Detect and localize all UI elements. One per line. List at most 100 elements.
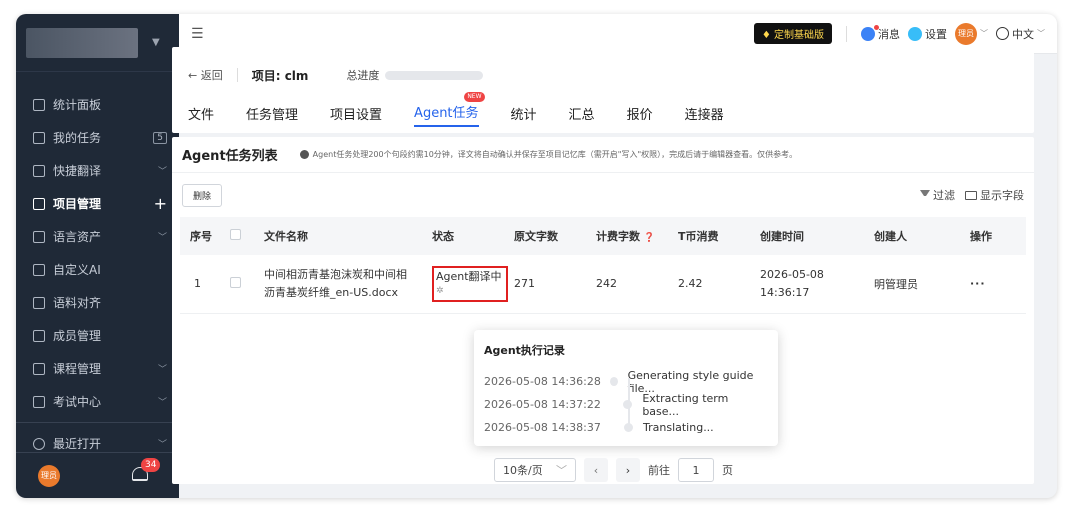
row-checkbox[interactable] (230, 276, 241, 288)
sidebar-item-2[interactable]: 快捷翻译 ﹀ (16, 154, 179, 187)
log-message: Translating... (643, 421, 714, 434)
clock-icon (33, 437, 45, 450)
tab-label: 文件 (188, 108, 215, 123)
sidebar-item-9[interactable]: 考试中心 ﹀ (16, 385, 179, 418)
org-logo (26, 27, 138, 58)
filter-button[interactable]: 过滤 (920, 187, 955, 203)
log-entry: 2026-05-08 14:38:37 Translating... (484, 416, 768, 439)
project-header: ← 返回 项目: clm 总进度 文件 任务管理 项目设置 Agent任务 NEW 统计 汇… (172, 47, 1034, 133)
translate-icon (33, 164, 45, 177)
avatar[interactable]: 理员 (38, 464, 60, 487)
columns-icon (965, 190, 977, 200)
col-t-coins: T币消费 (678, 230, 719, 243)
language-switcher[interactable]: 中文 ﹀ (996, 26, 1045, 42)
settings-link[interactable]: 设置 (908, 26, 947, 42)
sidebar-item-8[interactable]: 课程管理 ﹀ (16, 352, 179, 385)
sidebar-item-label: 考试中心 (53, 395, 102, 409)
new-badge: NEW (464, 92, 485, 102)
sidebar-item-label: 快捷翻译 (53, 164, 102, 178)
tab-0[interactable]: 文件 (188, 104, 214, 127)
sidebar-item-1[interactable]: 我的任务 5 (16, 121, 179, 154)
log-time: 2026-05-08 14:38:37 (484, 421, 601, 434)
info-icon (299, 150, 309, 159)
prev-page-button[interactable]: ‹ (584, 458, 608, 482)
sidebar-item-7[interactable]: 成员管理 (16, 319, 179, 352)
sidebar: ▼ 统计面板我的任务 5 快捷翻译 ﹀ 项目管理 + 语言资产 ﹀ 自定义AI 语料对齐成员管理课… (16, 14, 179, 498)
col-index: 序号 (190, 230, 212, 243)
log-time: 2026-05-08 14:37:22 (484, 398, 601, 411)
user-menu[interactable]: 理员 ﹀ (955, 22, 988, 45)
progress-label: 总进度 (346, 69, 380, 82)
chevron-down-icon: ﹀ (556, 464, 567, 477)
table-row: 1 中间相沥青基泡沫炭和中间相 沥青基炭纤维_en-US.docx Agent翻… (180, 255, 1026, 314)
tab-7[interactable]: 连接器 (685, 104, 724, 127)
sidebar-item-4[interactable]: 语言资产 ﹀ (16, 220, 179, 253)
row-status[interactable]: Agent翻译中 ✲ (432, 255, 514, 314)
settings-label: 设置 (925, 27, 947, 41)
message-icon (861, 24, 879, 41)
col-action: 操作 (970, 230, 992, 243)
timeline-dot (609, 377, 618, 386)
task-icon (33, 131, 45, 144)
sidebar-item-label: 我的任务 (53, 131, 102, 145)
col-source-words: 原文字数 (514, 230, 558, 243)
tab-6[interactable]: 报价 (627, 104, 653, 127)
delete-button[interactable]: 删除 (182, 183, 223, 207)
row-file-name[interactable]: 中间相沥青基泡沫炭和中间相 沥青基炭纤维_en-US.docx (264, 255, 432, 314)
log-message: Extracting term base... (642, 391, 729, 418)
select-all-checkbox[interactable] (230, 229, 241, 240)
project-icon (33, 197, 45, 210)
gear-icon (908, 26, 922, 41)
sidebar-nav: 统计面板我的任务 5 快捷翻译 ﹀ 项目管理 + 语言资产 ﹀ 自定义AI 语料对齐成员管理课程管… (16, 72, 179, 418)
sidebar-item-label: 统计面板 (53, 98, 102, 112)
tab-label: 任务管理 (246, 108, 299, 123)
back-button[interactable]: ← 返回 (188, 67, 223, 83)
next-page-button[interactable]: › (616, 458, 640, 482)
sidebar-item-0[interactable]: 统计面板 (16, 88, 179, 121)
messages-label: 消息 (878, 27, 900, 41)
tab-4[interactable]: 统计 (511, 104, 537, 127)
page-unit-label: 页 (722, 464, 733, 477)
log-entry: 2026-05-08 14:36:28 Generating style guid… (484, 369, 768, 395)
plan-button[interactable]: ♦ 定制基础版 (753, 23, 832, 44)
align-icon (33, 296, 45, 309)
row-select (230, 255, 264, 314)
loading-spinner-icon: ✲ (436, 285, 444, 296)
messages-link[interactable]: 消息 (861, 24, 900, 42)
tab-2[interactable]: 项目设置 (330, 104, 382, 127)
menu-toggle-icon[interactable]: ☰ (191, 26, 204, 42)
sidebar-item-label: 课程管理 (53, 362, 102, 376)
notification-bell[interactable]: 34 (132, 457, 161, 485)
row-billed-words: 242 (596, 255, 678, 314)
sidebar-item-3[interactable]: 项目管理 + (16, 187, 179, 220)
created-date: 2026-05-08 (760, 267, 824, 281)
filter-icon (920, 190, 930, 200)
page-input[interactable]: 1 (678, 458, 714, 482)
tab-1[interactable]: 任务管理 (246, 104, 298, 127)
sidebar-item-6[interactable]: 语料对齐 (16, 286, 179, 319)
notice: Agent任务处理200个句段约需10分钟，译文将自动确认并保存至项目记忆库（需… (299, 149, 797, 160)
page-size-value: 10条/页 (503, 464, 543, 477)
page-size-select[interactable]: 10条/页 ﹀ (494, 458, 576, 482)
help-icon[interactable]: ❓ (644, 233, 655, 243)
col-status: 状态 (432, 230, 454, 243)
more-actions-button[interactable]: ··· (970, 255, 1026, 314)
sidebar-item-label: 成员管理 (53, 329, 102, 343)
billed-words-label: 计费字数 (596, 230, 640, 243)
org-switcher[interactable]: ▼ (16, 14, 179, 72)
task-table: 序号 文件名称 状态 原文字数 计费字数 ❓ T币消费 创建时间 创建人 操作 … (180, 217, 1026, 314)
chevron-down-icon: ﹀ (157, 167, 167, 177)
columns-label: 显示字段 (980, 189, 1024, 202)
exam-icon (33, 395, 45, 408)
row-source-words: 271 (514, 255, 596, 314)
chevron-down-icon: ﹀ (980, 29, 988, 38)
sidebar-item-5[interactable]: 自定义AI (16, 253, 179, 286)
plus-icon[interactable]: + (154, 194, 167, 213)
status-highlight[interactable]: Agent翻译中 ✲ (432, 265, 508, 302)
col-file-name: 文件名称 (264, 230, 308, 243)
tab-5[interactable]: 汇总 (569, 104, 595, 127)
columns-button[interactable]: 显示字段 (965, 187, 1024, 203)
globe-icon (996, 27, 1009, 40)
chevron-down-icon: ﹀ (157, 233, 167, 243)
tab-3[interactable]: Agent任务 NEW (414, 92, 485, 127)
